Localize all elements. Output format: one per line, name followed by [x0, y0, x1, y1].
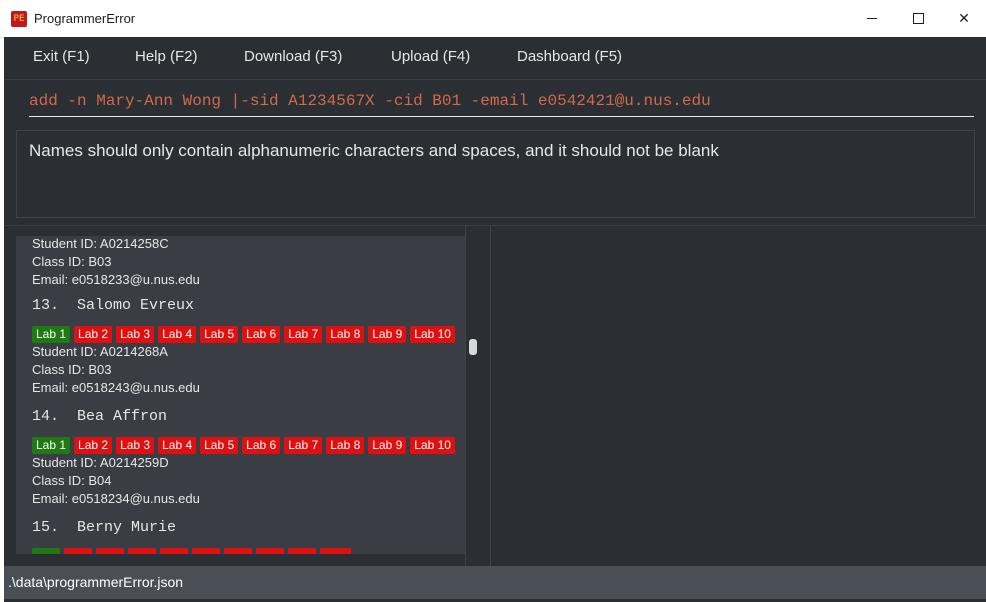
lab-tag: Lab 5 — [200, 437, 239, 454]
student-email: Email: e0518233@u.nus.edu — [32, 272, 200, 287]
window-title: ProgrammerError — [34, 11, 136, 26]
command-input[interactable]: add -n Mary-Ann Wong |-sid A1234567X -ci… — [29, 90, 974, 117]
lab-tag: Lab 10 — [410, 326, 455, 343]
lab-tags: Lab 1 Lab 2 Lab 3 Lab 4 Lab 5 Lab 6 Lab … — [32, 437, 455, 454]
list-scrollbar[interactable] — [469, 339, 477, 355]
lab-tag — [192, 548, 221, 554]
result-message: Names should only contain alphanumeric c… — [29, 141, 719, 160]
student-id: Student ID: A0214258C — [32, 236, 169, 251]
status-bar: .\data\programmerError.json — [4, 566, 986, 599]
lab-tag: Lab 8 — [326, 326, 365, 343]
app-window: Exit (F1) Help (F2) Download (F3) Upload… — [4, 37, 986, 602]
lab-tag: Lab 1 — [32, 437, 71, 454]
student-id: Student ID: A0214268A — [32, 344, 168, 359]
list-item[interactable]: Student ID: A0214258C Class ID: B03 Emai… — [32, 236, 200, 289]
minimize-icon — [867, 18, 877, 19]
result-display: Names should only contain alphanumeric c… — [16, 130, 975, 218]
command-box: add -n Mary-Ann Wong |-sid A1234567X -ci… — [4, 80, 986, 120]
class-id: Class ID: B03 — [32, 254, 112, 269]
lab-tag — [96, 548, 125, 554]
lab-tag: Lab 9 — [368, 326, 407, 343]
student-name: 13. Salomo Evreux — [32, 297, 195, 314]
lab-tag — [224, 548, 253, 554]
lab-tag — [256, 548, 285, 554]
lab-tag — [320, 548, 352, 554]
lab-tag — [32, 548, 61, 554]
panel-divider[interactable] — [490, 226, 491, 566]
lab-tags: Lab 1 Lab 2 Lab 3 Lab 4 Lab 5 Lab 6 Lab … — [32, 326, 455, 343]
menu-dashboard[interactable]: Dashboard (F5) — [517, 48, 622, 65]
lab-tag: Lab 9 — [368, 437, 407, 454]
menu-help[interactable]: Help (F2) — [135, 48, 198, 65]
app-logo-icon: PE — [11, 11, 27, 27]
lab-tag: Lab 4 — [158, 326, 197, 343]
lab-tag: Lab 6 — [242, 326, 281, 343]
class-id: Class ID: B03 — [32, 362, 112, 377]
lab-tag: Lab 10 — [410, 437, 455, 454]
lab-tag: Lab 3 — [116, 437, 155, 454]
list-scroll-track — [465, 226, 466, 566]
minimize-button[interactable] — [849, 0, 895, 37]
lab-tag: Lab 1 — [32, 326, 71, 343]
student-name: 15. Berny Murie — [32, 519, 177, 536]
class-id: Class ID: B04 — [32, 473, 112, 488]
lab-tag: Lab 7 — [284, 437, 323, 454]
content-divider — [4, 225, 986, 226]
lab-tag: Lab 6 — [242, 437, 281, 454]
close-icon: ✕ — [958, 10, 970, 27]
maximize-icon — [912, 13, 924, 24]
student-list-panel[interactable]: Student ID: A0214258C Class ID: B03 Emai… — [16, 236, 465, 554]
lab-tag — [128, 548, 157, 554]
lab-tag — [160, 548, 189, 554]
menu-bar: Exit (F1) Help (F2) Download (F3) Upload… — [4, 37, 986, 79]
list-item[interactable]: 14. Bea Affron Lab 1 Lab 2 Lab 3 Lab 4 L… — [32, 408, 455, 508]
lab-tag: Lab 3 — [116, 326, 155, 343]
student-email: Email: e0518234@u.nus.edu — [32, 491, 200, 506]
student-email: Email: e0518243@u.nus.edu — [32, 380, 200, 395]
window-titlebar: PE ProgrammerError ✕ — [0, 0, 986, 38]
list-item[interactable]: 15. Berny Murie — [32, 519, 352, 554]
lab-tag: Lab 8 — [326, 437, 365, 454]
menu-exit[interactable]: Exit (F1) — [33, 48, 90, 65]
list-item[interactable]: 13. Salomo Evreux Lab 1 Lab 2 Lab 3 Lab … — [32, 297, 455, 397]
student-id: Student ID: A0214259D — [32, 455, 169, 470]
lab-tag — [64, 548, 93, 554]
file-path: .\data\programmerError.json — [8, 574, 184, 590]
lab-tag — [288, 548, 317, 554]
menu-upload[interactable]: Upload (F4) — [391, 48, 470, 65]
close-button[interactable]: ✕ — [941, 0, 986, 37]
lab-tag: Lab 5 — [200, 326, 239, 343]
lab-tag: Lab 2 — [74, 326, 113, 343]
lab-tag: Lab 4 — [158, 437, 197, 454]
lab-tag: Lab 7 — [284, 326, 323, 343]
lab-tag: Lab 2 — [74, 437, 113, 454]
menu-download[interactable]: Download (F3) — [244, 48, 342, 65]
student-name: 14. Bea Affron — [32, 408, 168, 425]
maximize-button[interactable] — [895, 0, 941, 37]
lab-tags — [32, 548, 352, 554]
